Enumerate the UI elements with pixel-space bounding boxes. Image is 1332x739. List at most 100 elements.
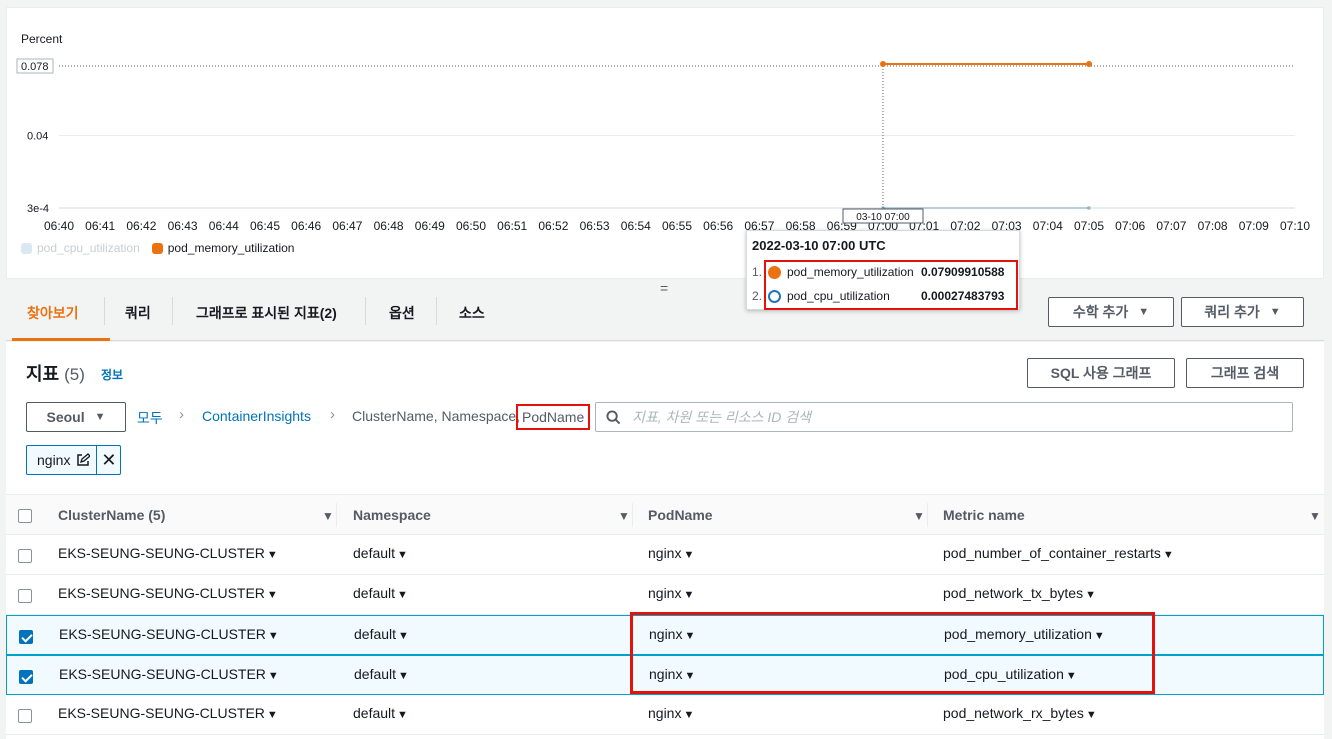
dimension-menu-icon[interactable]: ▼ bbox=[684, 670, 695, 682]
tab-graphed-metrics[interactable]: 그래프로 표시된 지표(2) bbox=[196, 297, 337, 327]
row-checkbox[interactable] bbox=[18, 549, 32, 563]
cell-metric-name[interactable]: pod_network_rx_bytes ▼ bbox=[943, 705, 1097, 721]
cell-metric-name-text: pod_number_of_container_restarts bbox=[943, 545, 1161, 561]
dimension-menu-icon[interactable]: ▼ bbox=[267, 709, 278, 721]
row-checkbox[interactable] bbox=[19, 670, 33, 684]
x-tick-label: 06:55 bbox=[662, 219, 692, 233]
dimension-menu-icon[interactable]: ▼ bbox=[1066, 670, 1077, 682]
cell-namespace[interactable]: default ▼ bbox=[354, 626, 409, 642]
remove-filter-icon[interactable]: ✕ bbox=[96, 446, 120, 474]
tab-options[interactable]: 옵션 bbox=[389, 297, 415, 327]
dimension-menu-icon[interactable]: ▼ bbox=[268, 630, 279, 642]
cell-podname[interactable]: nginx ▼ bbox=[648, 585, 694, 601]
dimension-menu-icon[interactable]: ▼ bbox=[1094, 630, 1105, 642]
table-row[interactable]: EKS-SEUNG-SEUNG-CLUSTER ▼ default ▼ nginx ▼ po… bbox=[6, 655, 1324, 695]
cell-clustername-text: EKS-SEUNG-SEUNG-CLUSTER bbox=[58, 545, 265, 561]
table-row[interactable]: EKS-SEUNG-SEUNG-CLUSTER ▼ default ▼ nginx ▼ po… bbox=[6, 615, 1324, 655]
dimension-menu-icon[interactable]: ▼ bbox=[397, 709, 408, 721]
dimension-menu-icon[interactable]: ▼ bbox=[397, 589, 408, 601]
caret-down-icon: ▼ bbox=[94, 411, 106, 423]
table-row[interactable]: EKS-SEUNG-SEUNG-CLUSTER ▼ default ▼ nginx ▼ po… bbox=[6, 695, 1324, 735]
tab-divider bbox=[172, 297, 173, 325]
dimension-menu-icon[interactable]: ▼ bbox=[398, 670, 409, 682]
cell-metric-name[interactable]: pod_number_of_container_restarts ▼ bbox=[943, 545, 1174, 561]
add-math-button[interactable]: 수학 추가 ▼ bbox=[1048, 297, 1174, 327]
edit-icon[interactable] bbox=[76, 453, 96, 467]
row-checkbox[interactable] bbox=[18, 589, 32, 603]
add-query-button[interactable]: 쿼리 추가 ▼ bbox=[1181, 297, 1304, 327]
tooltip-series-value: 0.07909910588 bbox=[921, 265, 1005, 279]
search-input[interactable] bbox=[630, 407, 1280, 427]
graph-search-button[interactable]: 그래프 검색 bbox=[1186, 358, 1304, 388]
tab-divider bbox=[365, 297, 366, 325]
row-checkbox[interactable] bbox=[19, 630, 33, 644]
cell-clustername[interactable]: EKS-SEUNG-SEUNG-CLUSTER ▼ bbox=[59, 626, 279, 642]
cell-metric-name[interactable]: pod_network_tx_bytes ▼ bbox=[943, 585, 1096, 601]
breadcrumb-namespace[interactable]: ContainerInsights bbox=[202, 408, 311, 424]
dimension-menu-icon[interactable]: ▼ bbox=[683, 589, 694, 601]
tab-browse[interactable]: 찾아보기 bbox=[27, 297, 79, 327]
cell-clustername[interactable]: EKS-SEUNG-SEUNG-CLUSTER ▼ bbox=[58, 585, 278, 601]
add-query-label: 쿼리 추가 bbox=[1204, 304, 1260, 320]
x-tick-label: 06:50 bbox=[456, 219, 486, 233]
metrics-count: (5) bbox=[64, 365, 85, 384]
series-dot-icon bbox=[768, 265, 781, 279]
cell-metric-name[interactable]: pod_cpu_utilization ▼ bbox=[944, 666, 1077, 682]
cell-podname[interactable]: nginx ▼ bbox=[649, 626, 695, 642]
metrics-search-field[interactable] bbox=[595, 402, 1293, 432]
legend-item-memory[interactable]: pod_memory_utilization bbox=[151, 241, 294, 255]
cell-metric-name[interactable]: pod_memory_utilization ▼ bbox=[944, 626, 1105, 642]
sort-caret-icon[interactable]: ▼ bbox=[913, 509, 925, 523]
graph-with-sql-button[interactable]: SQL 사용 그래프 bbox=[1027, 358, 1175, 388]
edit-icon-glyph bbox=[77, 453, 91, 466]
dimension-menu-icon[interactable]: ▼ bbox=[1085, 589, 1096, 601]
dimension-menu-icon[interactable]: ▼ bbox=[683, 549, 694, 561]
dimension-menu-icon[interactable]: ▼ bbox=[268, 670, 279, 682]
cell-clustername[interactable]: EKS-SEUNG-SEUNG-CLUSTER ▼ bbox=[58, 705, 278, 721]
dimension-menu-icon[interactable]: ▼ bbox=[397, 549, 408, 561]
tab-query[interactable]: 쿼리 bbox=[125, 297, 151, 327]
caret-down-icon: ▼ bbox=[1269, 306, 1281, 318]
dimension-menu-icon[interactable]: ▼ bbox=[1086, 709, 1097, 721]
dimension-menu-icon[interactable]: ▼ bbox=[267, 589, 278, 601]
sort-caret-icon[interactable]: ▼ bbox=[1309, 509, 1321, 523]
cell-podname[interactable]: nginx ▼ bbox=[648, 705, 694, 721]
cell-clustername[interactable]: EKS-SEUNG-SEUNG-CLUSTER ▼ bbox=[59, 666, 279, 682]
x-tick-label: 07:06 bbox=[1115, 219, 1145, 233]
x-tick-label: 06:44 bbox=[209, 219, 239, 233]
dimension-menu-icon[interactable]: ▼ bbox=[1163, 549, 1174, 561]
column-header-metric-name[interactable]: Metric name bbox=[943, 507, 1025, 523]
legend-item-cpu[interactable]: pod_cpu_utilization bbox=[21, 241, 140, 255]
cell-podname[interactable]: nginx ▼ bbox=[648, 545, 694, 561]
cell-podname[interactable]: nginx ▼ bbox=[649, 666, 695, 682]
cell-namespace[interactable]: default ▼ bbox=[353, 545, 408, 561]
tooltip-index: 2. bbox=[752, 289, 763, 303]
region-dropdown[interactable]: Seoul ▼ bbox=[26, 402, 126, 432]
info-link[interactable]: 정보 bbox=[101, 366, 123, 383]
breadcrumb-all[interactable]: 모두 bbox=[137, 408, 163, 428]
dimension-menu-icon[interactable]: ▼ bbox=[398, 630, 409, 642]
table-row[interactable]: EKS-SEUNG-SEUNG-CLUSTER ▼ default ▼ nginx ▼ po… bbox=[6, 575, 1324, 615]
dimension-menu-icon[interactable]: ▼ bbox=[684, 630, 695, 642]
cell-namespace-text: default bbox=[353, 705, 396, 721]
metrics-browser-panel: 지표 (5) 정보 SQL 사용 그래프 그래프 검색 Seoul ▼ 모두 ›… bbox=[6, 342, 1324, 739]
row-checkbox[interactable] bbox=[18, 709, 32, 723]
cell-podname-text: nginx bbox=[649, 666, 683, 682]
cell-namespace[interactable]: default ▼ bbox=[353, 585, 408, 601]
cell-namespace[interactable]: default ▼ bbox=[354, 666, 409, 682]
select-all-checkbox[interactable] bbox=[18, 509, 32, 523]
dimension-menu-icon[interactable]: ▼ bbox=[683, 709, 694, 721]
column-header-namespace[interactable]: Namespace bbox=[353, 507, 431, 523]
dimension-menu-icon[interactable]: ▼ bbox=[267, 549, 278, 561]
cell-clustername[interactable]: EKS-SEUNG-SEUNG-CLUSTER ▼ bbox=[58, 545, 278, 561]
column-header-clustername[interactable]: ClusterName (5) bbox=[58, 507, 165, 523]
sort-caret-icon[interactable]: ▼ bbox=[618, 509, 630, 523]
tooltip-index: 1. bbox=[752, 265, 763, 279]
table-row[interactable]: EKS-SEUNG-SEUNG-CLUSTER ▼ default ▼ nginx ▼ po… bbox=[6, 535, 1324, 575]
tab-source[interactable]: 소스 bbox=[459, 297, 485, 327]
line-chart[interactable]: 0.078 0.04 3e-4 06:40 06:41 06:42 06:43 06:44 06… bbox=[7, 8, 1323, 238]
tab-bar: 찾아보기 쿼리 그래프로 표시된 지표(2) 옵션 소스 수학 추가 ▼ 쿼리 … bbox=[6, 285, 1324, 341]
sort-caret-icon[interactable]: ▼ bbox=[322, 509, 334, 523]
cell-namespace[interactable]: default ▼ bbox=[353, 705, 408, 721]
column-header-podname[interactable]: PodName bbox=[648, 507, 713, 523]
